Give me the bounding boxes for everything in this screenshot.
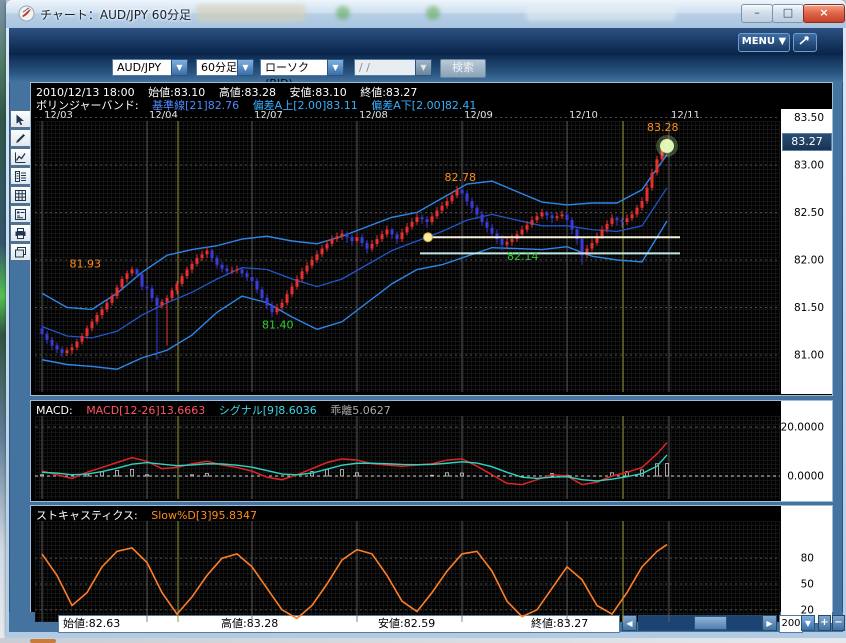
grid-tool-button[interactable] [10, 186, 31, 204]
desktop-taskbar-fragment [30, 639, 56, 643]
bollinger-dev-down: 偏差A下[2.00]82.41 [371, 99, 477, 112]
settings-tool-button[interactable] [10, 205, 31, 223]
menu-button[interactable]: MENU ▼ [738, 33, 790, 52]
close-button[interactable]: × [803, 4, 845, 23]
chart-type-dropdown-icon[interactable]: ▼ [327, 59, 344, 76]
draw-tool-button[interactable] [10, 129, 31, 147]
timeframe-select[interactable]: 60分足 [196, 59, 238, 76]
main-plot-area[interactable] [35, 121, 780, 392]
bollinger-label: ボリンジャーバンド: [36, 99, 139, 112]
search-button: 検索 [440, 59, 486, 78]
summary-low: 安値:82.59 [378, 617, 436, 630]
pencil-arrow-button[interactable] [793, 33, 817, 52]
macd-signal-value: シグナル[9]8.6036 [218, 404, 317, 417]
bollinger-base: 基準線[21]82.76 [152, 99, 240, 112]
macd-label: MACD: [36, 404, 73, 417]
minimize-button[interactable]: – [741, 4, 773, 23]
indicator-tool-button[interactable] [10, 148, 31, 166]
currency-pair-select[interactable]: AUD/JPY [112, 59, 172, 76]
zoom-out-button[interactable]: − [832, 615, 845, 631]
currency-pair-dropdown-icon[interactable]: ▼ [171, 59, 188, 76]
background-window-blur [196, 4, 306, 22]
background-icon-blur [336, 6, 350, 20]
summary-open: 始値:82.63 [63, 617, 121, 630]
printer-icon [15, 228, 26, 239]
select-tool-button[interactable] [10, 110, 31, 128]
date-dropdown-icon: ▼ [415, 59, 432, 76]
chart-type-select[interactable]: ローソク(BID) [260, 59, 328, 90]
candle-count-field[interactable]: 200 [779, 615, 803, 633]
scroll-left-button[interactable]: ◀ [622, 615, 637, 631]
quote-tool-button[interactable] [10, 167, 31, 185]
stochastics-info-bar: ストキャスティクス: Slow%D[3]95.8347 [36, 507, 267, 523]
macd-info-bar: MACD: MACD[12-26]13.6663 シグナル[9]8.6036 乖… [36, 402, 401, 418]
form-icon [15, 209, 26, 220]
price-list-icon [15, 171, 26, 182]
current-price-badge: 83.27 [782, 133, 832, 151]
cursor-icon [16, 114, 24, 126]
summary-ohlc-box: 始値:82.63 高値:83.28 安値:82.59 終値:83.27 [58, 615, 620, 633]
app-icon [18, 5, 35, 22]
macd-plot-area[interactable] [35, 416, 780, 499]
header-band [9, 28, 843, 55]
stochastics-plot-area[interactable] [35, 521, 780, 622]
scroll-right-button[interactable]: ▶ [762, 615, 777, 631]
zoom-in-button[interactable]: + [818, 615, 831, 631]
window-title: チャート：AUD/JPY 60分足 [40, 8, 192, 22]
maximize-button[interactable]: □ [772, 4, 804, 23]
timeframe-dropdown-icon[interactable]: ▼ [237, 59, 254, 76]
macd-axis [781, 401, 832, 501]
background-icon-blur [426, 6, 440, 20]
print-tool-button[interactable] [10, 224, 31, 242]
copy-tool-button[interactable] [10, 243, 31, 261]
background-window-blur [526, 5, 676, 21]
macd-value: MACD[12-26]13.6663 [86, 404, 206, 417]
stochastics-value: Slow%D[3]95.8347 [151, 509, 257, 522]
scrollbar-thumb[interactable] [694, 616, 727, 630]
stochastics-label: ストキャスティクス: [36, 509, 138, 522]
summary-high: 高値:83.28 [221, 617, 279, 630]
line-chart-icon [15, 152, 26, 163]
grid-icon [15, 190, 26, 201]
price-axis[interactable] [781, 109, 832, 394]
stochastics-axis [781, 506, 832, 623]
screen: チャート：AUD/JPY 60分足 – □ × MENU ▼ AUD/JPY ▼… [0, 0, 846, 643]
copy-windows-icon [15, 247, 26, 258]
bollinger-dev-up: 偏差A上[2.00]83.11 [252, 99, 358, 112]
pencil-arrow-icon [799, 36, 809, 45]
desktop-edge-bottom [0, 638, 846, 643]
bollinger-info-bar: ボリンジャーバンド: 基準線[21]82.76 偏差A上[2.00]83.11 … [36, 97, 486, 113]
pencil-icon [16, 134, 25, 143]
date-input[interactable]: / / [354, 59, 416, 76]
candle-count-dropdown-icon[interactable]: ▼ [801, 615, 815, 631]
macd-divergence-value: 乖離5.0627 [330, 404, 391, 417]
title-bar[interactable]: チャート：AUD/JPY 60分足 – □ × [6, 0, 846, 28]
summary-close: 終値:83.27 [531, 617, 589, 630]
